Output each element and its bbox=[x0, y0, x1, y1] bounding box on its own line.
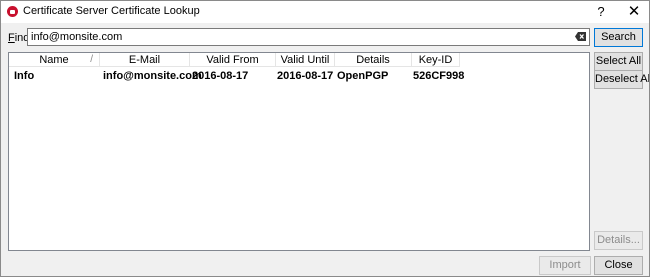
clear-input-icon[interactable] bbox=[575, 32, 586, 41]
cell-valid-from: 2016-08-17 bbox=[192, 70, 249, 82]
column-header-valid-from[interactable]: Valid From bbox=[190, 53, 276, 67]
app-icon bbox=[7, 6, 18, 17]
lookup-dialog: Certificate Server Certificate Lookup ? … bbox=[0, 0, 650, 277]
close-window-button[interactable]: ✕ bbox=[619, 1, 649, 23]
import-button[interactable]: Import bbox=[539, 256, 591, 275]
table-row[interactable]: Info info@monsite.com 2016-08-17 2016-08… bbox=[9, 69, 589, 84]
column-header-valid-until[interactable]: Valid Until bbox=[276, 53, 335, 67]
column-header-key-id[interactable]: Key-ID bbox=[412, 53, 460, 67]
search-button[interactable]: Search bbox=[594, 28, 643, 47]
window-title: Certificate Server Certificate Lookup bbox=[23, 5, 200, 17]
column-header-details[interactable]: Details bbox=[335, 53, 412, 67]
sort-indicator: / bbox=[90, 54, 93, 65]
help-button[interactable]: ? bbox=[586, 1, 616, 23]
find-input[interactable]: info@monsite.com bbox=[27, 28, 590, 46]
details-button[interactable]: Details... bbox=[594, 231, 643, 250]
column-header-email[interactable]: E-Mail bbox=[100, 53, 190, 67]
find-input-value[interactable]: info@monsite.com bbox=[31, 31, 122, 43]
close-button[interactable]: Close bbox=[594, 256, 643, 275]
cell-valid-until: 2016-08-17 bbox=[277, 70, 334, 82]
list-header: Name / E-Mail Valid From Valid Until Deta… bbox=[9, 53, 589, 68]
select-all-button[interactable]: Select All bbox=[594, 52, 643, 71]
cell-details: OpenPGP bbox=[337, 70, 389, 82]
cell-key-id: 526CF998 bbox=[413, 70, 465, 82]
certificate-list[interactable]: Name / E-Mail Valid From Valid Until Deta… bbox=[8, 52, 590, 251]
column-header-name[interactable]: Name / bbox=[9, 53, 100, 67]
title-bar: Certificate Server Certificate Lookup ? … bbox=[1, 1, 649, 23]
cell-email: info@monsite.com bbox=[103, 70, 202, 82]
cell-name: Info bbox=[14, 70, 35, 82]
deselect-all-button[interactable]: Deselect All bbox=[594, 70, 649, 89]
